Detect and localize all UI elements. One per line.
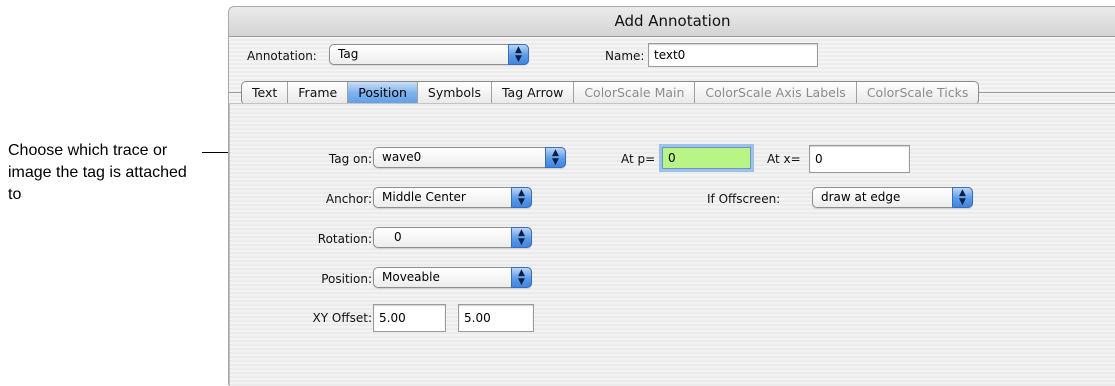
tab-symbols[interactable]: Symbols xyxy=(418,82,492,104)
name-field[interactable] xyxy=(648,43,818,67)
position-value: Moveable xyxy=(382,270,440,284)
tag-on-value: wave0 xyxy=(382,150,422,164)
anchor-label: Anchor: xyxy=(325,192,372,206)
at-x-field[interactable] xyxy=(809,145,910,173)
callout-text: Choose which trace or image the tag is a… xyxy=(8,142,187,203)
up-down-arrows-icon: ▲ ▼ xyxy=(952,187,973,208)
at-p-field[interactable] xyxy=(662,147,751,169)
tab-colorscale-axis-labels[interactable]: ColorScale Axis Labels xyxy=(695,82,857,104)
annotation-type-popup[interactable]: Tag ▲ ▼ xyxy=(329,44,529,65)
annotation-type-label: Annotation: xyxy=(247,49,317,63)
tab-bar: Text Frame Position Symbols Tag Arrow Co… xyxy=(241,81,980,105)
tab-text[interactable]: Text xyxy=(242,82,289,104)
up-down-arrows-icon: ▲ ▼ xyxy=(511,227,532,248)
add-annotation-dialog: Add Annotation Annotation: Tag ▲ ▼ Name: … xyxy=(228,6,1115,386)
tab-position[interactable]: Position xyxy=(348,82,418,104)
up-down-arrows-icon: ▲ ▼ xyxy=(508,44,529,65)
if-offscreen-value: draw at edge xyxy=(821,190,901,204)
at-x-label: At x= xyxy=(767,152,801,166)
annotation-type-value: Tag xyxy=(338,47,359,61)
up-down-arrows-icon: ▲ ▼ xyxy=(511,187,532,208)
up-down-arrows-icon: ▲ ▼ xyxy=(545,147,566,168)
anchor-popup[interactable]: Middle Center ▲ ▼ xyxy=(373,187,532,208)
tab-frame[interactable]: Frame xyxy=(288,82,349,104)
window-title: Add Annotation xyxy=(229,7,1115,37)
rotation-label: Rotation: xyxy=(317,232,372,246)
tab-colorscale-main[interactable]: ColorScale Main xyxy=(574,82,696,104)
tag-on-popup[interactable]: wave0 ▲ ▼ xyxy=(373,147,566,168)
up-down-arrows-icon: ▲ ▼ xyxy=(511,267,532,288)
if-offscreen-label: If Offscreen: xyxy=(707,192,781,206)
at-p-label: At p= xyxy=(621,152,656,166)
rotation-value: 0 xyxy=(394,230,402,244)
xy-offset-x-field[interactable] xyxy=(373,304,446,332)
tag-on-label: Tag on: xyxy=(328,152,372,166)
xy-offset-y-field[interactable] xyxy=(458,304,534,332)
if-offscreen-popup[interactable]: draw at edge ▲ ▼ xyxy=(812,187,973,208)
position-popup[interactable]: Moveable ▲ ▼ xyxy=(373,267,532,288)
position-label: Position: xyxy=(321,272,372,286)
anchor-value: Middle Center xyxy=(382,190,466,204)
name-label: Name: xyxy=(605,49,645,63)
tab-tag-arrow[interactable]: Tag Arrow xyxy=(492,82,575,104)
tab-colorscale-ticks[interactable]: ColorScale Ticks xyxy=(857,82,979,104)
position-tab-panel: Tag on: wave0 ▲ ▼ Anchor: Middle Center ▲… xyxy=(229,103,1115,386)
rotation-popup[interactable]: 0 ▲ ▼ xyxy=(373,227,532,248)
xy-offset-label: XY Offset: xyxy=(312,311,372,325)
